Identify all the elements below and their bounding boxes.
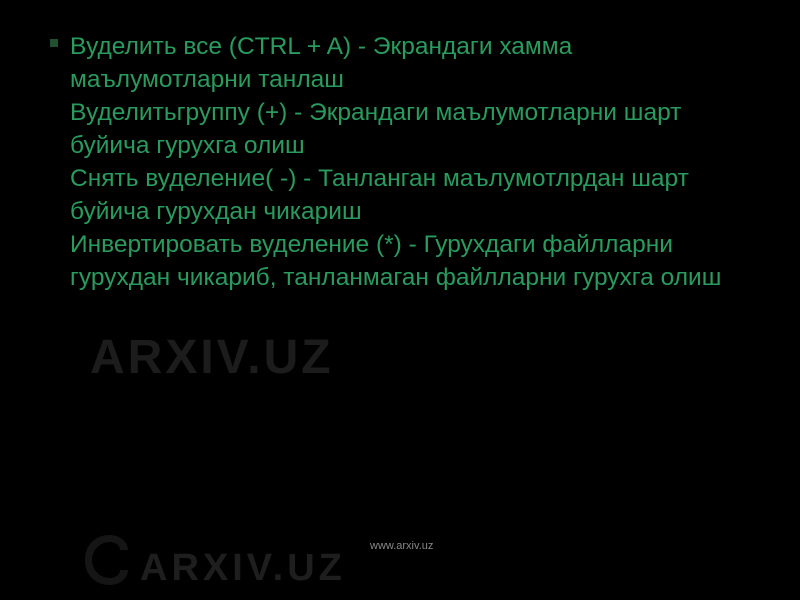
slide-bullet-text: Вуделить все (CTRL + A) - Экрандаги хамм… (70, 30, 750, 295)
logo-icon (80, 530, 140, 595)
bullet-icon (50, 39, 58, 47)
watermark-text-lower: ARXIV.UZ (140, 547, 346, 590)
footer-url: www.arxiv.uz (370, 540, 433, 552)
slide-container: ARXIV.UZ Вуделить все (CTRL + A) - Экран… (0, 0, 800, 600)
slide-body: Вуделить все (CTRL + A) - Экрандаги хамм… (70, 30, 750, 295)
watermark-text-upper: ARXIV.UZ (90, 330, 334, 385)
